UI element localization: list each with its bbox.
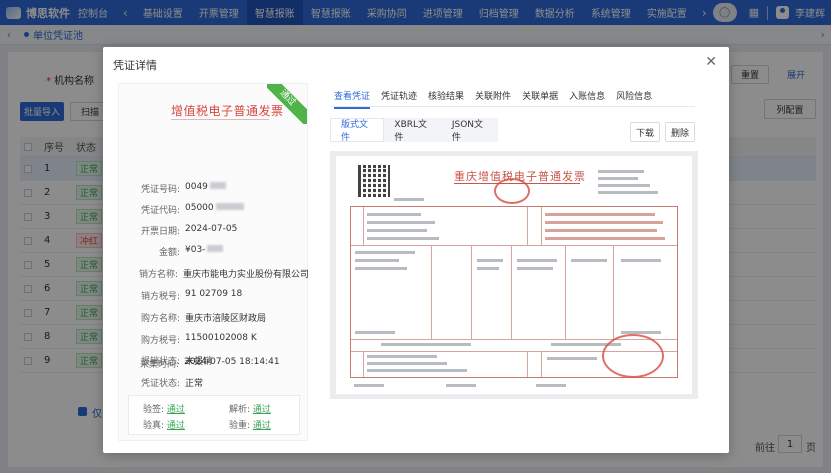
invoice-image: 重庆增值税电子普通发票 (336, 156, 692, 394)
field-seller-tax-id: 销方税号: 91 02709 18 (140, 289, 243, 302)
verification-results: 验签: 通过 解析: 通过 验真: 通过 验重: 通过 (128, 395, 300, 435)
format-layout-file[interactable]: 版式文件 (330, 118, 385, 143)
voucher-summary-card: 通过 增值税电子普通发票 凭证号码: 0049 凭证代码: 05000 开票日期… (118, 83, 309, 441)
field-amount: 金额: ¥03- (119, 245, 309, 258)
redacted-mark (207, 245, 224, 252)
field-issue-date: 开票日期: 2024-07-05 (140, 224, 238, 237)
check-duplicate: 验重: 通过 (229, 421, 271, 431)
field-buyer-tax-id: 购方税号: 11500102008 K (140, 333, 257, 346)
field-voucher-no: 凭证号码: 0049 (119, 182, 309, 195)
card-title-underline (171, 119, 269, 120)
format-xbrl-file[interactable]: XBRL文件 (384, 118, 441, 143)
format-switcher: 版式文件 XBRL文件 JSON文件 (330, 118, 498, 143)
close-icon[interactable]: ✕ (705, 54, 717, 70)
field-buyer-name: 购方名称: 重庆市涪陵区财政局 (140, 314, 267, 324)
redacted-mark (215, 203, 244, 210)
field-seller-name: 销方名称: 重庆市能电力实业股份有限公司 (138, 270, 309, 280)
invoice-seal-top (494, 178, 530, 204)
delete-button[interactable]: 删除 (665, 122, 695, 142)
check-authenticity: 验真: 通过 (143, 421, 185, 431)
field-voucher-status: 凭证状态: 正常 (140, 379, 204, 389)
format-json-file[interactable]: JSON文件 (442, 118, 498, 143)
qr-code-icon (358, 165, 390, 197)
redacted-mark (209, 182, 226, 189)
invoice-preview: 重庆增值税电子普通发票 (330, 151, 698, 399)
field-voucher-code: 凭证代码: 05000 (119, 203, 309, 216)
check-signature: 验签: 通过 (143, 405, 185, 415)
check-parse: 解析: 通过 (229, 405, 271, 415)
voucher-detail-modal: 凭证详情 ✕ 通过 增值税电子普通发票 凭证号码: 0049 凭证代码: 050… (103, 47, 729, 453)
field-collect-time: 采集时间: 2024-07-05 18:14:41 (139, 357, 280, 370)
card-invoice-title: 增值税电子普通发票 (171, 104, 284, 118)
download-button[interactable]: 下载 (630, 122, 660, 142)
invoice-seal-bottom (602, 334, 664, 378)
modal-title: 凭证详情 (113, 59, 157, 72)
tabs-divider (330, 106, 695, 107)
